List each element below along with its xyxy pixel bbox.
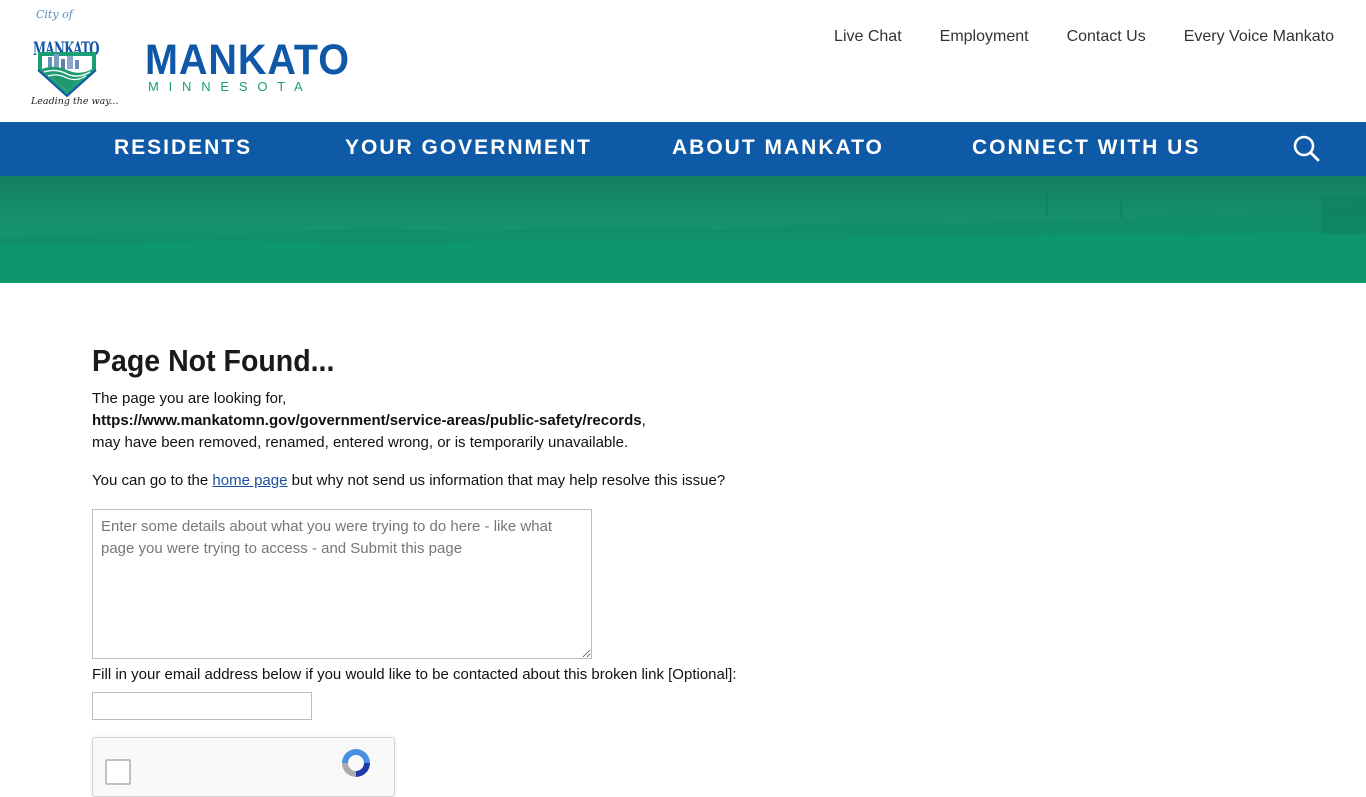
- every-voice-mankato-link[interactable]: Every Voice Mankato: [1184, 28, 1334, 46]
- suggestion-suffix: but why not send us information that may…: [287, 472, 726, 489]
- seal-motto: Leading the way...: [31, 96, 119, 107]
- home-page-link[interactable]: home page: [212, 472, 287, 489]
- nav-about-mankato[interactable]: ABOUT MANKATO: [672, 136, 884, 160]
- search-icon: [1293, 135, 1320, 162]
- page-title: Page Not Found...: [92, 343, 335, 378]
- suggestion-prefix: You can go to the: [92, 472, 213, 489]
- suggestion-text: You can go to the home page but why not …: [92, 470, 1092, 492]
- wordmark-title: MANKATO: [145, 36, 350, 84]
- seal-emblem-icon: [37, 52, 97, 98]
- employment-link[interactable]: Employment: [940, 28, 1029, 46]
- recaptcha-widget: [92, 737, 395, 797]
- intro-text: The page you are looking for, https://ww…: [92, 388, 1092, 454]
- mankato-wordmark-logo[interactable]: MANKATO MINNESOTA: [145, 36, 368, 94]
- utility-nav: Live Chat Employment Contact Us Every Vo…: [796, 28, 1334, 46]
- search-button[interactable]: [1292, 134, 1322, 164]
- reason-text: may have been removed, renamed, entered …: [92, 434, 629, 451]
- city-seal-logo[interactable]: City of MANKATO Leading the way...: [28, 8, 118, 112]
- email-field[interactable]: [92, 692, 312, 720]
- live-chat-link[interactable]: Live Chat: [834, 28, 902, 46]
- main-nav: RESIDENTS YOUR GOVERNMENT ABOUT MANKATO …: [0, 122, 1366, 176]
- email-label: Fill in your email address below if you …: [92, 666, 737, 683]
- details-textarea[interactable]: [92, 509, 592, 659]
- recaptcha-logo-icon: [342, 749, 370, 777]
- main-content: Page Not Found... The page you are looki…: [92, 340, 1092, 492]
- site-header: City of MANKATO Leading the way... MANKA…: [0, 0, 1366, 122]
- nav-your-government[interactable]: YOUR GOVERNMENT: [345, 136, 592, 160]
- missing-url-suffix: ,: [641, 412, 646, 429]
- nav-residents[interactable]: RESIDENTS: [114, 136, 252, 160]
- wordmark-subtitle: MINNESOTA: [148, 79, 313, 94]
- intro-line: The page you are looking for,: [92, 390, 287, 407]
- skyline-silhouette: [0, 194, 1366, 283]
- contact-us-link[interactable]: Contact Us: [1067, 28, 1146, 46]
- recaptcha-checkbox[interactable]: [105, 759, 131, 785]
- nav-connect-with-us[interactable]: CONNECT WITH US: [972, 136, 1200, 160]
- hero-banner: [0, 176, 1366, 283]
- seal-script-text: City of: [36, 8, 73, 21]
- missing-url: https://www.mankatomn.gov/government/ser…: [92, 412, 642, 429]
